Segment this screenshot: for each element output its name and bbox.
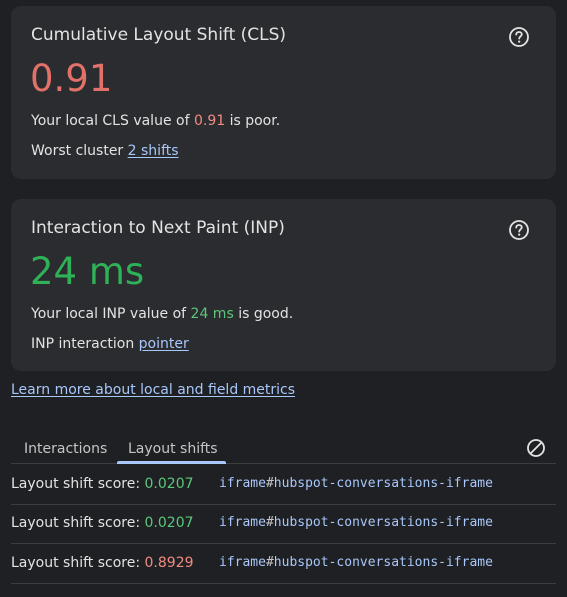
node-link[interactable]: iframe#hubspot-conversations-iframe [219, 476, 493, 491]
node-hash: # [265, 555, 274, 570]
node-link[interactable]: iframe#hubspot-conversations-iframe [219, 555, 493, 570]
node-tag: iframe [219, 476, 266, 491]
clear-icon[interactable] [526, 438, 546, 458]
layout-shift-row: Layout shift score: 0.8929 iframe#hubspo… [11, 544, 556, 584]
cls-desc-value: 0.91 [193, 113, 226, 129]
score-value: 0.0207 [144, 476, 194, 492]
layout-shift-row: Layout shift score: 0.0207 iframe#hubspo… [11, 465, 556, 505]
help-icon[interactable] [508, 219, 530, 241]
score-value: 0.0207 [144, 515, 194, 531]
score-value: 0.8929 [144, 555, 194, 571]
score-label: Layout shift score: [11, 476, 145, 492]
cls-desc-prefix: Your local CLS value of [31, 113, 194, 129]
layout-shift-row: Layout shift score: 0.0207 iframe#hubspo… [11, 504, 556, 544]
score-label: Layout shift score: [11, 555, 145, 571]
score-label: Layout shift score: [11, 515, 145, 531]
cls-extra-label: Worst cluster [31, 143, 124, 159]
inp-value: 24 ms [30, 250, 145, 293]
inp-interaction-link[interactable]: pointer [139, 336, 189, 352]
inp-metric-card: Interaction to Next Paint (INP) 24 ms Yo… [11, 199, 556, 371]
active-tab-indicator [117, 461, 226, 464]
learn-more-link[interactable]: Learn more about local and field metrics [11, 382, 295, 398]
cls-title: Cumulative Layout Shift (CLS) [31, 25, 287, 45]
layout-shift-score: Layout shift score: 0.0207 [11, 515, 194, 531]
inp-title: Interaction to Next Paint (INP) [31, 218, 285, 238]
node-link[interactable]: iframe#hubspot-conversations-iframe [219, 515, 493, 530]
worst-cluster-link[interactable]: 2 shifts [128, 143, 179, 159]
cls-value: 0.91 [30, 57, 113, 100]
node-hash: # [265, 476, 274, 491]
cls-description: Your local CLS value of 0.91 is poor. [31, 113, 280, 129]
help-icon[interactable] [508, 26, 530, 48]
tab-layout-shifts[interactable]: Layout shifts [128, 441, 218, 457]
node-tag: iframe [219, 555, 266, 570]
inp-interaction: INP interaction pointer [31, 336, 189, 352]
node-tag: iframe [219, 515, 266, 530]
cls-metric-card: Cumulative Layout Shift (CLS) 0.91 Your … [11, 6, 556, 179]
inp-extra-label: INP interaction [31, 336, 135, 352]
node-id: hubspot-conversations-iframe [273, 555, 493, 570]
tab-bar: Interactions Layout shifts [11, 436, 556, 464]
inp-desc-value: 24 ms [190, 306, 234, 322]
inp-desc-suffix: is good. [233, 306, 294, 322]
cls-worst-cluster: Worst cluster 2 shifts [31, 143, 179, 159]
inp-description: Your local INP value of 24 ms is good. [31, 306, 293, 322]
node-id: hubspot-conversations-iframe [273, 515, 493, 530]
inp-desc-prefix: Your local INP value of [31, 306, 191, 322]
node-id: hubspot-conversations-iframe [273, 476, 493, 491]
layout-shift-score: Layout shift score: 0.0207 [11, 476, 194, 492]
tab-interactions[interactable]: Interactions [24, 441, 107, 457]
cls-desc-suffix: is poor. [225, 113, 281, 129]
layout-shift-score: Layout shift score: 0.8929 [11, 555, 194, 571]
node-hash: # [265, 515, 274, 530]
